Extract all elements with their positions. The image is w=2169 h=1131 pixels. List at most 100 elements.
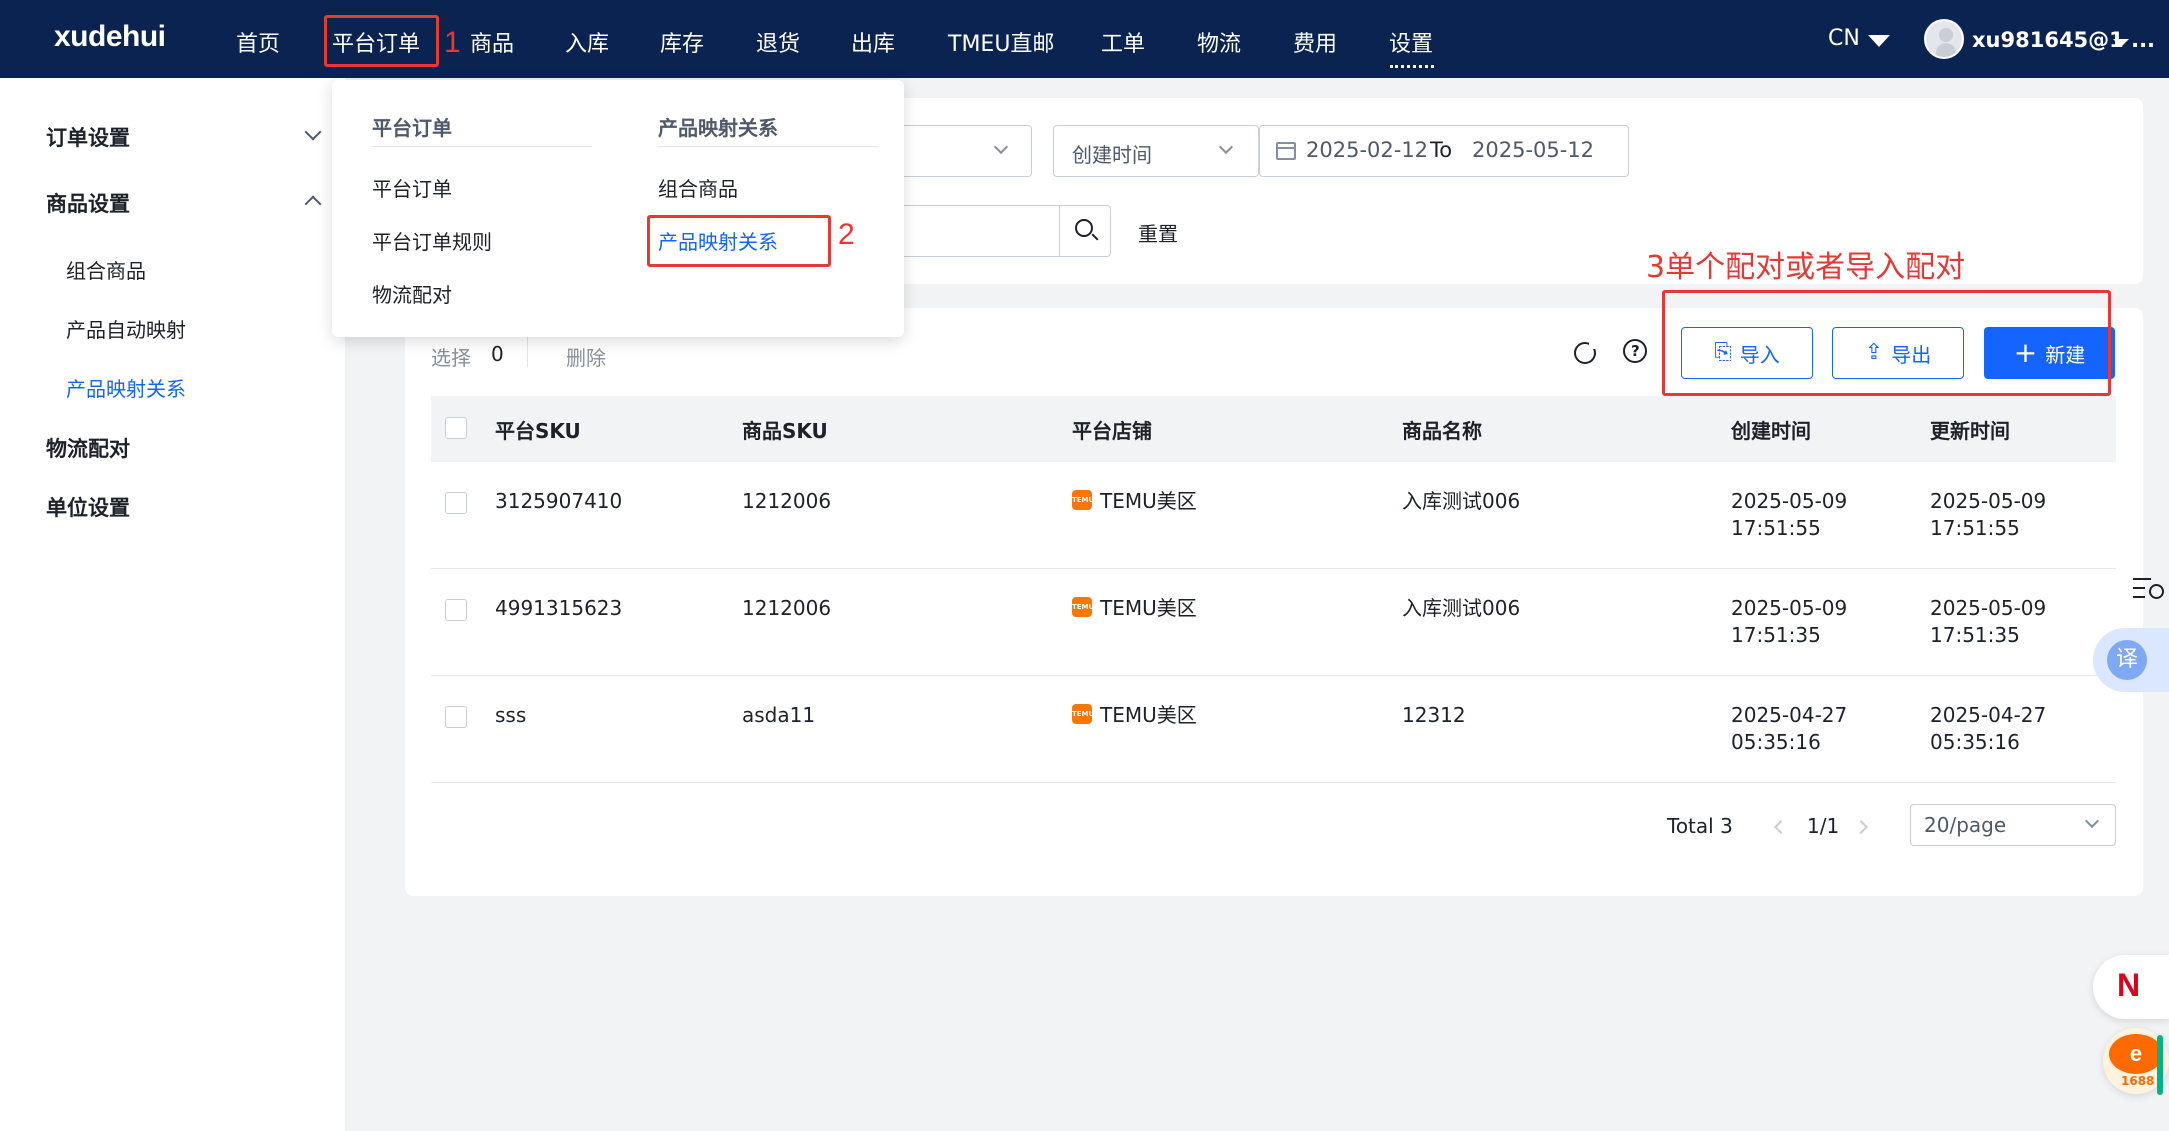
- nav-item-work-orders[interactable]: 工单: [1101, 26, 1145, 58]
- list-icon-line: [2133, 578, 2151, 580]
- annotation-box-2: [647, 215, 831, 267]
- sidebar-item-combo-products[interactable]: 组合商品: [66, 255, 146, 284]
- column-header-created-at[interactable]: 创建时间: [1731, 415, 1811, 444]
- cell-created-time: 17:51:55: [1731, 516, 1821, 540]
- time-type-select[interactable]: 创建时间: [1053, 125, 1259, 177]
- language-switcher[interactable]: CN: [1828, 26, 1860, 51]
- chevron-up-icon[interactable]: [304, 195, 322, 213]
- side-accent-bar: [2157, 1035, 2163, 1095]
- column-header-product-sku[interactable]: 商品SKU: [742, 415, 828, 444]
- cell-product-sku: asda11: [742, 703, 816, 727]
- dropdown-group-platform-orders: 平台订单: [372, 116, 452, 140]
- page-size-select[interactable]: 20/page: [1910, 804, 2116, 846]
- cell-created-time: 17:51:35: [1731, 623, 1821, 647]
- chevron-down-icon[interactable]: [304, 123, 322, 141]
- list-icon-line: [2133, 587, 2145, 589]
- delete-button[interactable]: 删除: [566, 342, 606, 371]
- search-button[interactable]: [1059, 205, 1111, 257]
- date-range-picker[interactable]: 2025-02-12 To 2025-05-12: [1259, 125, 1629, 177]
- search-input[interactable]: [880, 205, 1060, 257]
- list-icon-line: [2133, 596, 2145, 598]
- sidebar-item-auto-mapping[interactable]: 产品自动映射: [66, 314, 186, 343]
- nav-item-fees[interactable]: 费用: [1293, 26, 1337, 58]
- sidebar-item-product-settings[interactable]: 商品设置: [46, 188, 130, 218]
- sidebar-item-product-mapping[interactable]: 产品映射关系: [66, 373, 186, 402]
- column-header-platform-shop[interactable]: 平台店铺: [1072, 415, 1152, 444]
- chevron-down-icon: [2084, 813, 2100, 829]
- temu-shop-icon: TEMU: [1072, 597, 1092, 617]
- dropdown-item-platform-orders[interactable]: 平台订单: [372, 173, 452, 202]
- sidebar-item-order-settings[interactable]: 订单设置: [46, 122, 130, 152]
- refresh-icon[interactable]: [1574, 341, 1597, 364]
- nav-item-outbound[interactable]: 出库: [851, 26, 895, 58]
- annotation-text-3: 3单个配对或者导入配对: [1646, 250, 1966, 285]
- cell-product-name: 入库测试006: [1402, 489, 1521, 513]
- row-checkbox[interactable]: [445, 599, 467, 621]
- sidebar-item-unit-settings[interactable]: 单位设置: [46, 492, 130, 522]
- sidebar-item-logistics-pairing[interactable]: 物流配对: [46, 433, 130, 463]
- help-icon-glyph: ?: [1631, 342, 1640, 360]
- selected-count: 0: [491, 342, 504, 366]
- nav-item-tmeu-direct[interactable]: TMEU直邮: [948, 26, 1054, 58]
- temu-shop-icon: TEMU: [1072, 704, 1092, 724]
- calendar-icon: [1276, 142, 1296, 160]
- row-checkbox[interactable]: [445, 492, 467, 514]
- nav-item-products[interactable]: 商品: [470, 26, 514, 58]
- time-type-value: 创建时间: [1072, 143, 1152, 167]
- cell-updated-time: 17:51:35: [1930, 623, 2020, 647]
- dropdown-item-order-rules[interactable]: 平台订单规则: [372, 226, 492, 255]
- row-divider: [431, 568, 2116, 569]
- reset-button[interactable]: 重置: [1138, 218, 1178, 247]
- nav-item-inventory[interactable]: 库存: [660, 26, 704, 58]
- nav-item-logistics[interactable]: 物流: [1197, 26, 1241, 58]
- cell-updated-date: 2025-05-09: [1930, 489, 2047, 513]
- nav-item-settings[interactable]: 设置: [1389, 26, 1433, 58]
- nav-item-home[interactable]: 首页: [236, 26, 280, 58]
- user-avatar[interactable]: [1924, 19, 1964, 59]
- cell-updated-time: 05:35:16: [1930, 730, 2020, 754]
- annotation-box-1: [324, 15, 439, 67]
- dropdown-item-combo-products[interactable]: 组合商品: [658, 173, 738, 202]
- floating-app-widget[interactable]: N: [2093, 955, 2169, 1019]
- user-menu-caret-icon[interactable]: [2113, 39, 2129, 47]
- nav-item-returns[interactable]: 退货: [756, 26, 800, 58]
- translate-icon: 译: [2107, 640, 2147, 680]
- column-header-updated-at[interactable]: 更新时间: [1930, 415, 2010, 444]
- date-from[interactable]: 2025-02-12: [1306, 138, 1428, 162]
- cell-updated-time: 17:51:55: [1930, 516, 2020, 540]
- 1688-label: 1688: [2121, 1074, 2155, 1088]
- row-checkbox[interactable]: [445, 706, 467, 728]
- table-header: [431, 396, 2116, 462]
- row-divider: [431, 675, 2116, 676]
- select-all-checkbox[interactable]: [445, 417, 467, 439]
- date-to[interactable]: 2025-05-12: [1472, 138, 1594, 162]
- help-icon[interactable]: ?: [1623, 339, 1647, 363]
- app-logo[interactable]: xudehui: [54, 20, 166, 54]
- cell-created-date: 2025-05-09: [1731, 489, 1848, 513]
- cell-platform-sku: 4991315623: [495, 596, 623, 620]
- search-icon: [2149, 584, 2164, 599]
- column-header-product-name[interactable]: 商品名称: [1402, 415, 1482, 444]
- row-divider: [431, 782, 2116, 783]
- dropdown-divider: [658, 146, 878, 147]
- cell-platform-sku: 3125907410: [495, 489, 623, 513]
- chevron-down-icon: [993, 139, 1009, 155]
- language-caret-icon[interactable]: [1868, 35, 1890, 47]
- translate-widget[interactable]: 译: [2093, 628, 2169, 692]
- temu-shop-icon: TEMU: [1072, 490, 1092, 510]
- refresh-icon-gap: [1589, 341, 1597, 349]
- column-header-platform-sku[interactable]: 平台SKU: [495, 415, 581, 444]
- annotation-number-2: 2: [838, 218, 855, 251]
- 1688-logo-icon: e: [2109, 1034, 2163, 1074]
- search-icon: [1075, 219, 1093, 237]
- annotation-number-1: 1: [444, 26, 461, 59]
- cell-platform-sku: sss: [495, 703, 527, 727]
- dropdown-item-logistics-pairing[interactable]: 物流配对: [372, 279, 452, 308]
- cell-created-time: 05:35:16: [1731, 730, 1821, 754]
- pagination-total: Total 3: [1667, 814, 1733, 838]
- cell-shop: TEMU美区: [1100, 489, 1197, 513]
- platform-orders-dropdown: 平台订单 平台订单 平台订单规则 物流配对 产品映射关系 组合商品 产品映射关系: [332, 80, 904, 337]
- floating-search-widget[interactable]: [2133, 576, 2169, 606]
- settings-sidebar: 订单设置 商品设置 组合商品 产品自动映射 产品映射关系 物流配对 单位设置: [0, 78, 345, 1131]
- nav-item-inbound[interactable]: 入库: [565, 26, 609, 58]
